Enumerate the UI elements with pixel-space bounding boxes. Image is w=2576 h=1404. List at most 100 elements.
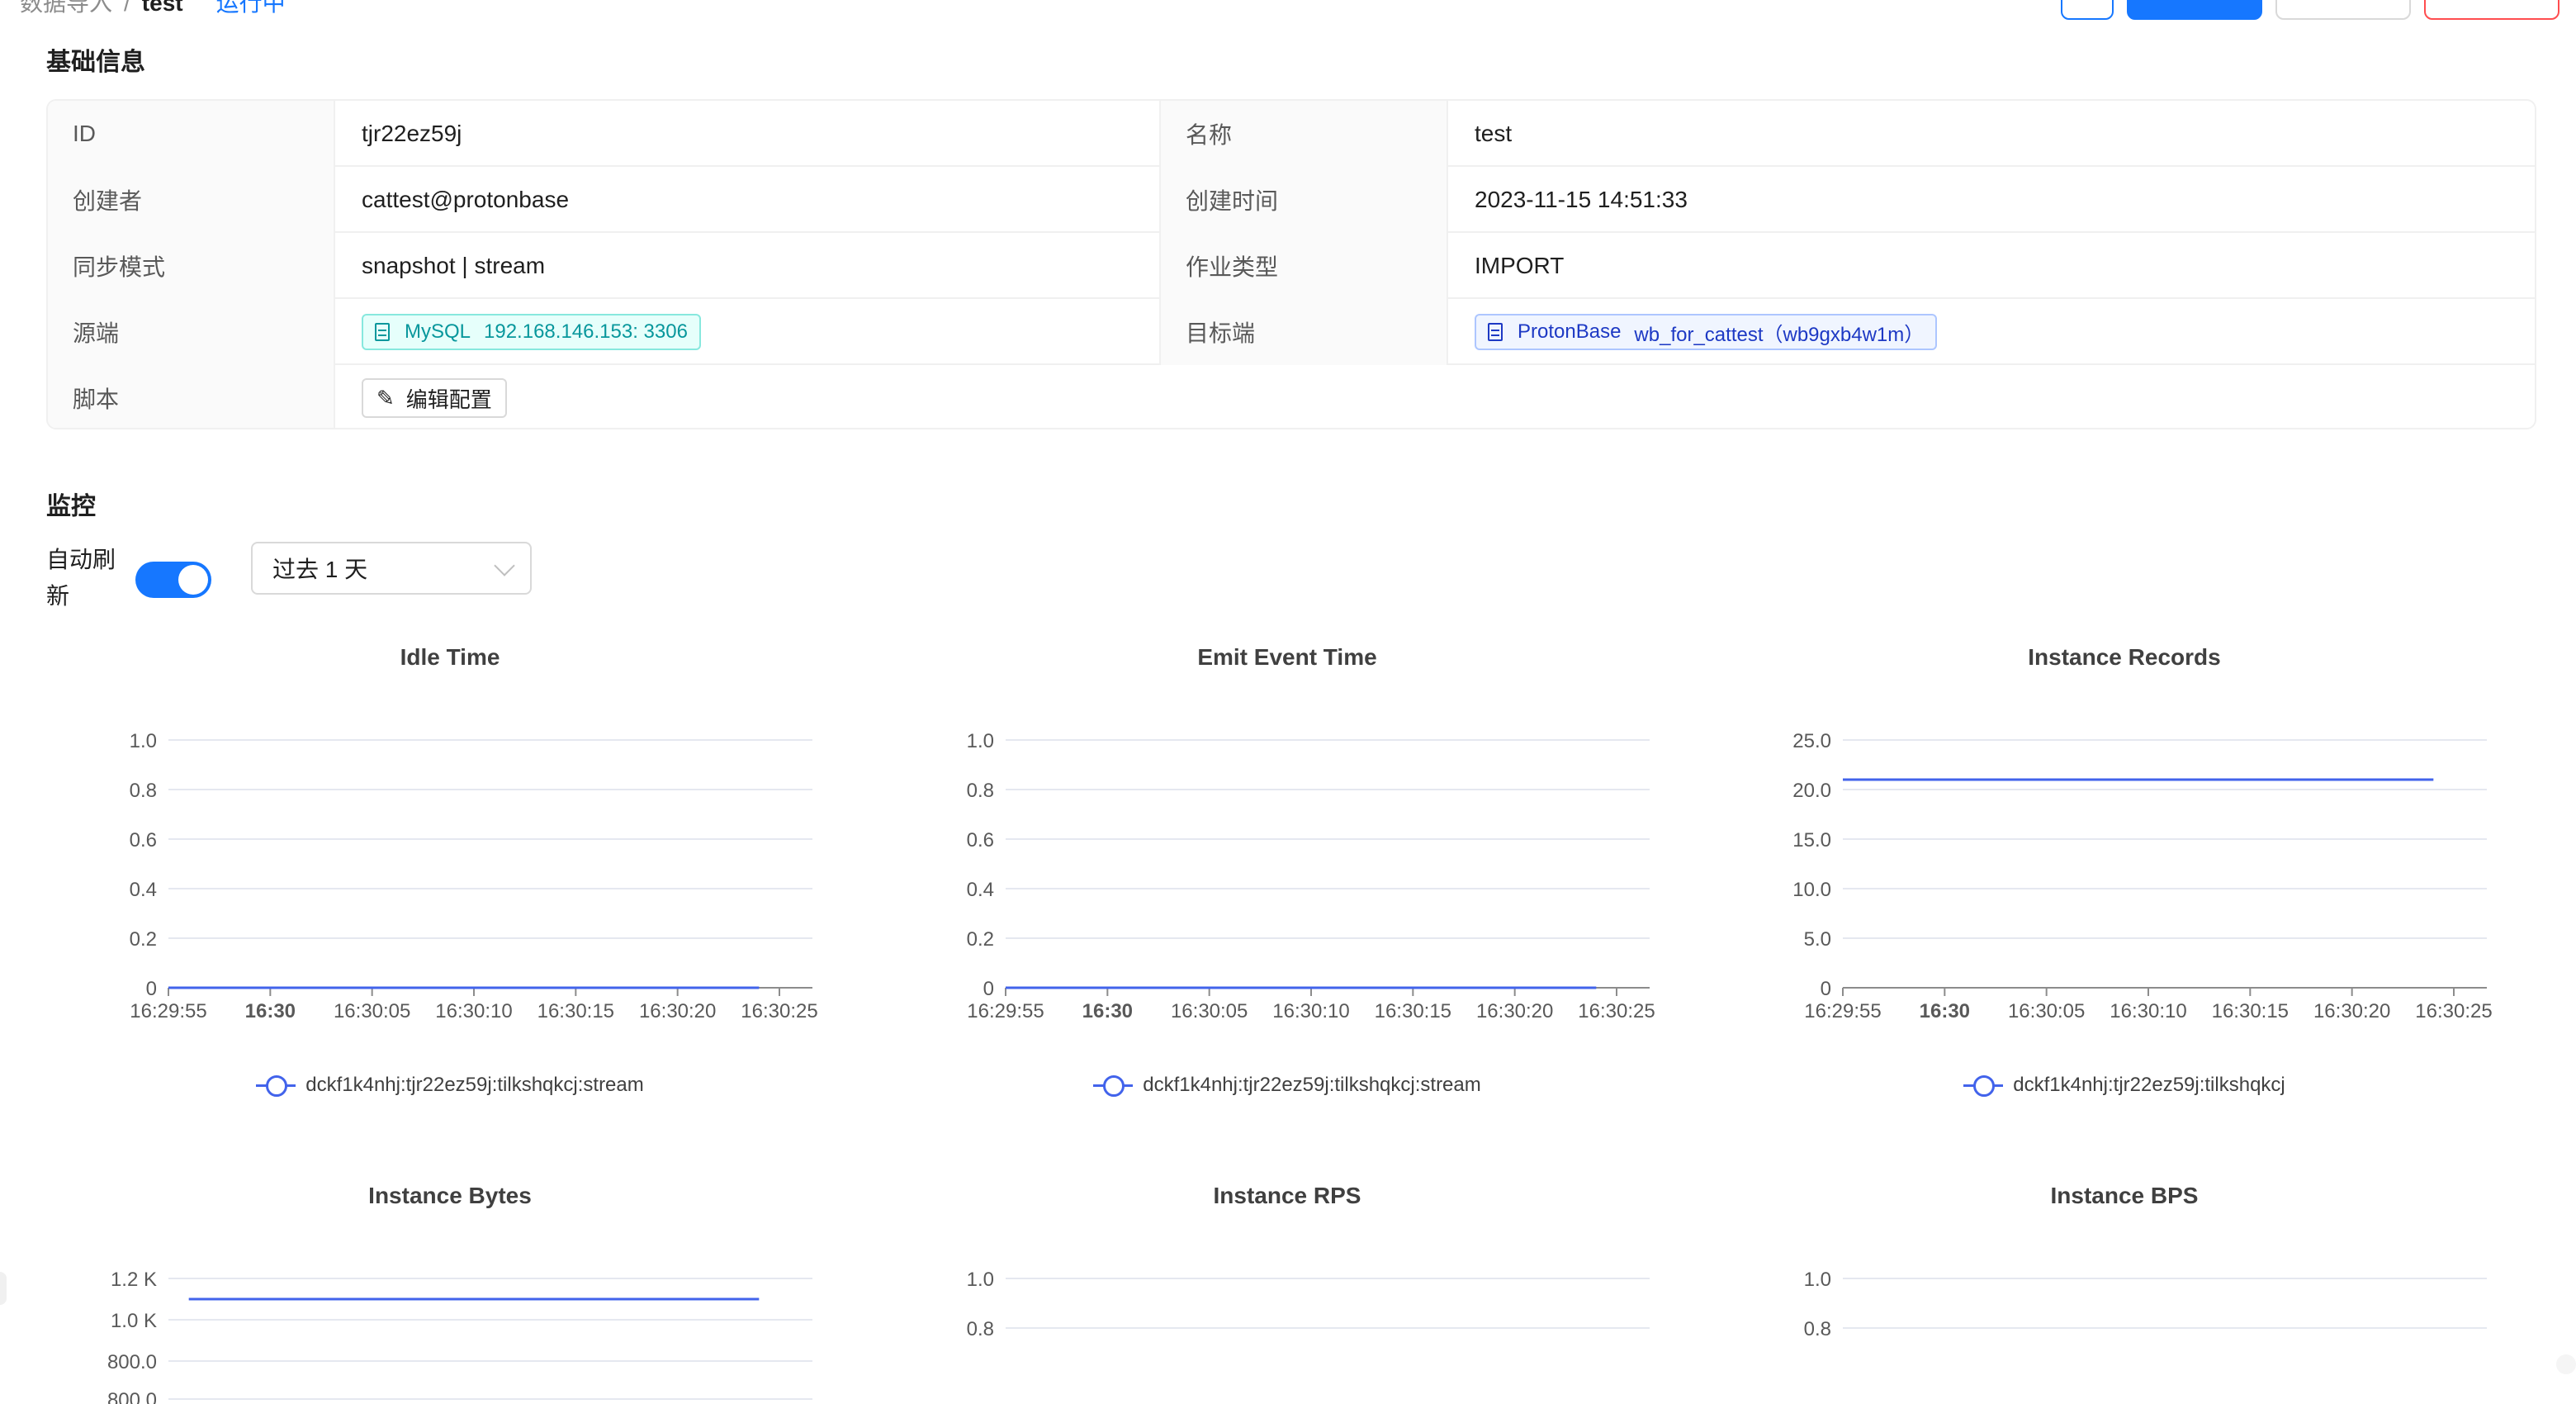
refresh-button[interactable] [2061,0,2114,20]
auto-refresh-switch[interactable] [135,562,211,598]
chart-0: Idle Time 0 0.2 0.4 0.6 0.8 1.0 16:29:55 16:30 16… [33,644,867,1140]
legend-marker-icon [1963,1075,2004,1097]
side-handle[interactable] [0,1272,7,1305]
legend-label: dckf1k4nhj:tjr22ez59j:tilkshqkcj:stream [1143,1074,1481,1096]
chart-legend[interactable]: dckf1k4nhj:tjr22ez59j:tilkshqkcj:stream [33,1074,867,1097]
chart-legend[interactable]: dckf1k4nhj:tjr22ez59j:tilkshqkcj:stream [870,1074,1704,1097]
target-name: wb_for_cattest（wb9gxb4w1m） [1634,323,1925,346]
y-tick-label: 800.0 [107,1351,157,1373]
chart-legend[interactable]: dckf1k4nhj:tjr22ez59j:tilkshqkcj [1707,1074,2541,1097]
scroll-indicator[interactable] [2556,1354,2576,1374]
x-tick-label: 16:30:20 [1476,1000,1553,1022]
y-tick-label: 25.0 [1792,730,1831,752]
legend-label: dckf1k4nhj:tjr22ez59j:tilkshqkcj [2013,1074,2285,1096]
info-row: 源端 MySQL 192.168.146.153: 3306 目标端 Proto… [48,299,2535,365]
chart-svg: 0 0.2 0.4 0.6 0.8 1.0 16:29:55 16:30 16:30:05 16:… [130,730,818,1022]
y-tick-label: 0 [1821,978,1831,1000]
y-tick-label: 1.0 [1804,1269,1831,1291]
chart-svg: 1.0 0.8 [967,1269,1650,1340]
breadcrumb-separator: / [124,0,130,16]
created-value: 2023-11-15 14:51:33 [1475,187,1688,212]
x-tick-label: 16:30:20 [639,1000,716,1022]
monitor-title: 监控 [46,493,96,520]
y-tick-label: 0.6 [967,829,994,851]
job-type-value: IMPORT [1475,253,1565,278]
target-tag[interactable]: ProtonBase wb_for_cattest（wb9gxb4w1m） [1475,314,1938,350]
chart-2: Instance Records 0 5.0 10.0 15.0 20.0 25.0 16:2… [1707,644,2541,1140]
x-tick-label: 16:30 [245,1000,296,1022]
switch-knob [178,565,208,595]
creator-value: cattest@protonbase [335,167,1161,233]
target-type: ProtonBase [1518,320,1622,343]
x-tick-label: 16:30:10 [435,1000,512,1022]
source-tag[interactable]: MySQL 192.168.146.153: 3306 [362,314,701,350]
x-tick-label: 16:30:10 [2110,1000,2186,1022]
chevron-down-icon [494,555,515,576]
chart-svg: 0 0.2 0.4 0.6 0.8 1.0 16:29:55 16:30 16:30:05 16:… [967,730,1655,1022]
info-row: 创建者 cattest@protonbase 创建时间 2023-11-15 1… [48,167,2535,233]
y-tick-label: 0.2 [130,928,157,951]
script-value: ✎ 编辑配置 [335,365,2535,428]
chart-svg: 1.0 0.8 [1804,1269,2487,1340]
info-row: 同步模式 snapshot | stream 作业类型 IMPORT [48,233,2535,299]
y-tick-label: 0 [983,978,994,1000]
y-tick-label: 0.8 [1804,1318,1831,1340]
y-tick-label: 0.8 [967,780,994,802]
delete-button[interactable] [2424,0,2559,20]
y-tick-label: 1.0 [130,730,157,752]
source-value: MySQL 192.168.146.153: 3306 [335,299,1161,365]
target-value: ProtonBase wb_for_cattest（wb9gxb4w1m） [1448,299,2535,365]
x-tick-label: 16:30:15 [2212,1000,2289,1022]
sync-mode-label: 同步模式 [48,233,335,299]
x-tick-label: 16:30:15 [1375,1000,1451,1022]
x-tick-label: 16:30:05 [2008,1000,2085,1022]
target-label: 目标端 [1161,299,1448,365]
time-range-value: 过去 1 天 [272,557,368,582]
page-root: 数据导入 / test 运行中 基础信息 ID tjr22ez59j 名称 test … [0,0,2576,1404]
time-range-select[interactable]: 过去 1 天 [251,542,532,595]
legend-marker-icon [1093,1075,1134,1097]
info-row: 脚本 ✎ 编辑配置 [48,365,2535,428]
y-tick-label: 10.0 [1792,879,1831,901]
y-tick-label: 0.2 [967,928,994,951]
source-type: MySQL [405,320,471,343]
chart-1: Emit Event Time 0 0.2 0.4 0.6 0.8 1.0 16:29:55 1… [870,644,1704,1140]
edit-config-label: 编辑配置 [405,387,492,412]
y-tick-label: 0.6 [130,829,157,851]
creator-label: 创建者 [48,167,335,233]
name-value: test [1475,121,1513,146]
y-tick-label: 1.0 [967,1269,994,1291]
created-label: 创建时间 [1161,167,1448,233]
script-label: 脚本 [48,365,335,428]
edit-button[interactable] [2127,0,2262,20]
chart-3: Instance Bytes 1.2 K 1.0 K 800.0 800.0 [33,1183,867,1404]
stop-button[interactable] [2275,0,2411,20]
x-tick-label: 16:29:55 [130,1000,206,1022]
id-label: ID [48,101,335,167]
x-tick-label: 16:30 [1082,1000,1133,1022]
basic-info-title: 基础信息 [46,49,145,76]
chart-svg: 0 5.0 10.0 15.0 20.0 25.0 16:29:55 16:30 16:30:0… [1792,730,2492,1022]
database-icon [375,323,390,341]
edit-icon: ✎ [376,385,395,410]
x-tick-label: 16:30:05 [334,1000,410,1022]
status-badge: 运行中 [215,0,286,16]
sync-mode-value: snapshot | stream [335,233,1161,299]
legend-label: dckf1k4nhj:tjr22ez59j:tilkshqkcj:stream [305,1074,644,1096]
y-tick-label: 1.0 K [111,1310,157,1332]
y-tick-label: 0.4 [130,879,157,901]
x-tick-label: 16:30:20 [2313,1000,2390,1022]
name-label: 名称 [1161,101,1448,167]
auto-refresh-label: 自动刷新 [46,547,116,609]
edit-config-button[interactable]: ✎ 编辑配置 [362,378,507,418]
basic-info-table: ID tjr22ez59j 名称 test 创建者 cattest@proton… [46,99,2536,429]
chart-5: Instance BPS 1.0 0.8 [1707,1183,2541,1404]
x-tick-label: 16:30:25 [2415,1000,2492,1022]
x-tick-label: 16:30 [1920,1000,1970,1022]
x-tick-label: 16:29:55 [967,1000,1044,1022]
y-tick-label: 0 [146,978,157,1000]
x-tick-label: 16:30:25 [1578,1000,1655,1022]
breadcrumb-current: test [141,0,183,16]
breadcrumb-parent[interactable]: 数据导入 [20,0,112,16]
x-tick-label: 16:29:55 [1804,1000,1881,1022]
